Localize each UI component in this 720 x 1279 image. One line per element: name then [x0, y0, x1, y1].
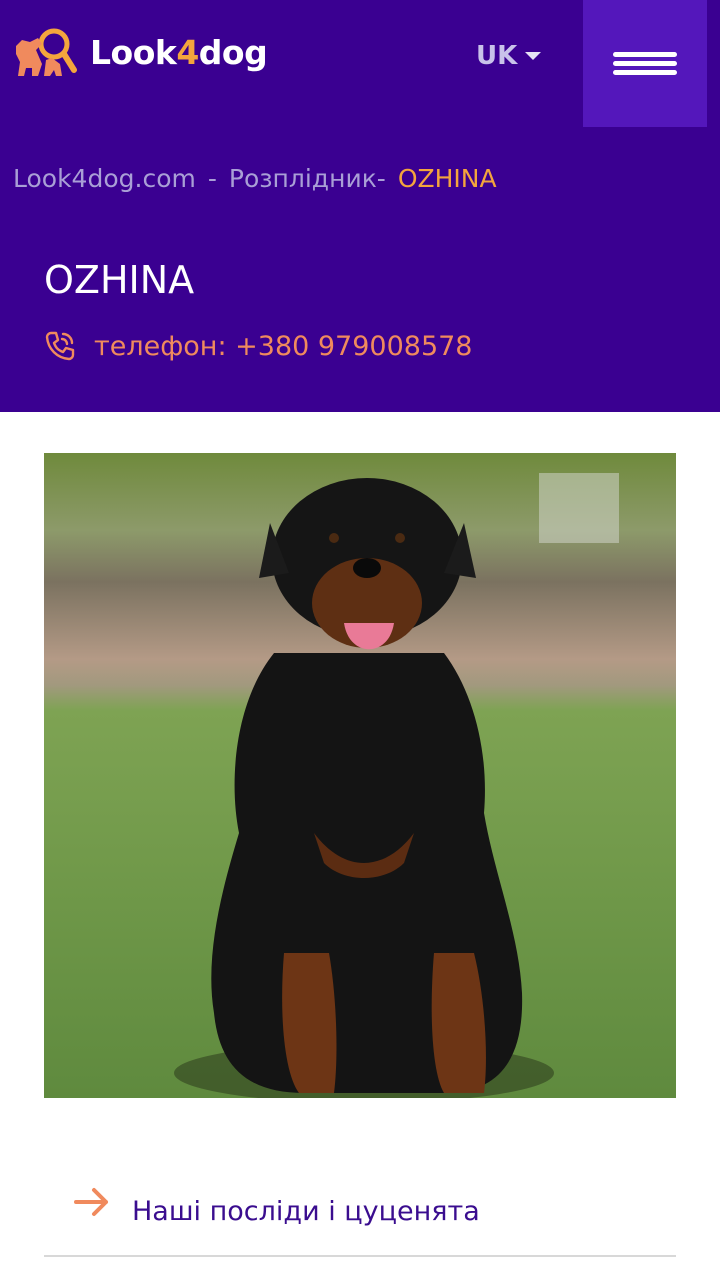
caret-down-icon — [525, 52, 542, 60]
phone-contact[interactable]: телефон: +380 979008578 — [44, 326, 473, 366]
breadcrumb-kennel-link[interactable]: Розплідник — [229, 164, 377, 193]
dog-cat-logo-icon — [16, 28, 77, 76]
litters-puppies-link[interactable]: Наші посліди і цуценята — [44, 1180, 676, 1257]
phone-number: телефон: +380 979008578 — [94, 330, 473, 362]
breadcrumb: Look4dog.com - Розплідник - OZHINA — [13, 160, 497, 196]
breadcrumb-home-link[interactable]: Look4dog.com — [13, 164, 196, 193]
rottweiler-photo — [44, 453, 676, 1098]
arrow-right-icon — [74, 1188, 108, 1216]
kennel-photo — [44, 453, 676, 1098]
litters-puppies-label: Наші посліди і цуценята — [132, 1196, 480, 1227]
site-header: Look4dog UK Look4dog.com - Розплідник - … — [0, 0, 720, 412]
phone-icon — [45, 331, 75, 361]
language-selector[interactable]: UK — [476, 38, 542, 74]
breadcrumb-separator: - — [376, 163, 386, 193]
site-logo[interactable]: Look4dog — [12, 24, 268, 80]
logo-text: Look4dog — [90, 32, 268, 72]
menu-button[interactable] — [583, 0, 707, 127]
language-label: UK — [476, 41, 518, 71]
hamburger-icon — [613, 48, 677, 79]
breadcrumb-current: OZHINA — [397, 163, 497, 193]
breadcrumb-separator: - — [207, 163, 217, 193]
page-title: OZHINA — [44, 258, 195, 302]
